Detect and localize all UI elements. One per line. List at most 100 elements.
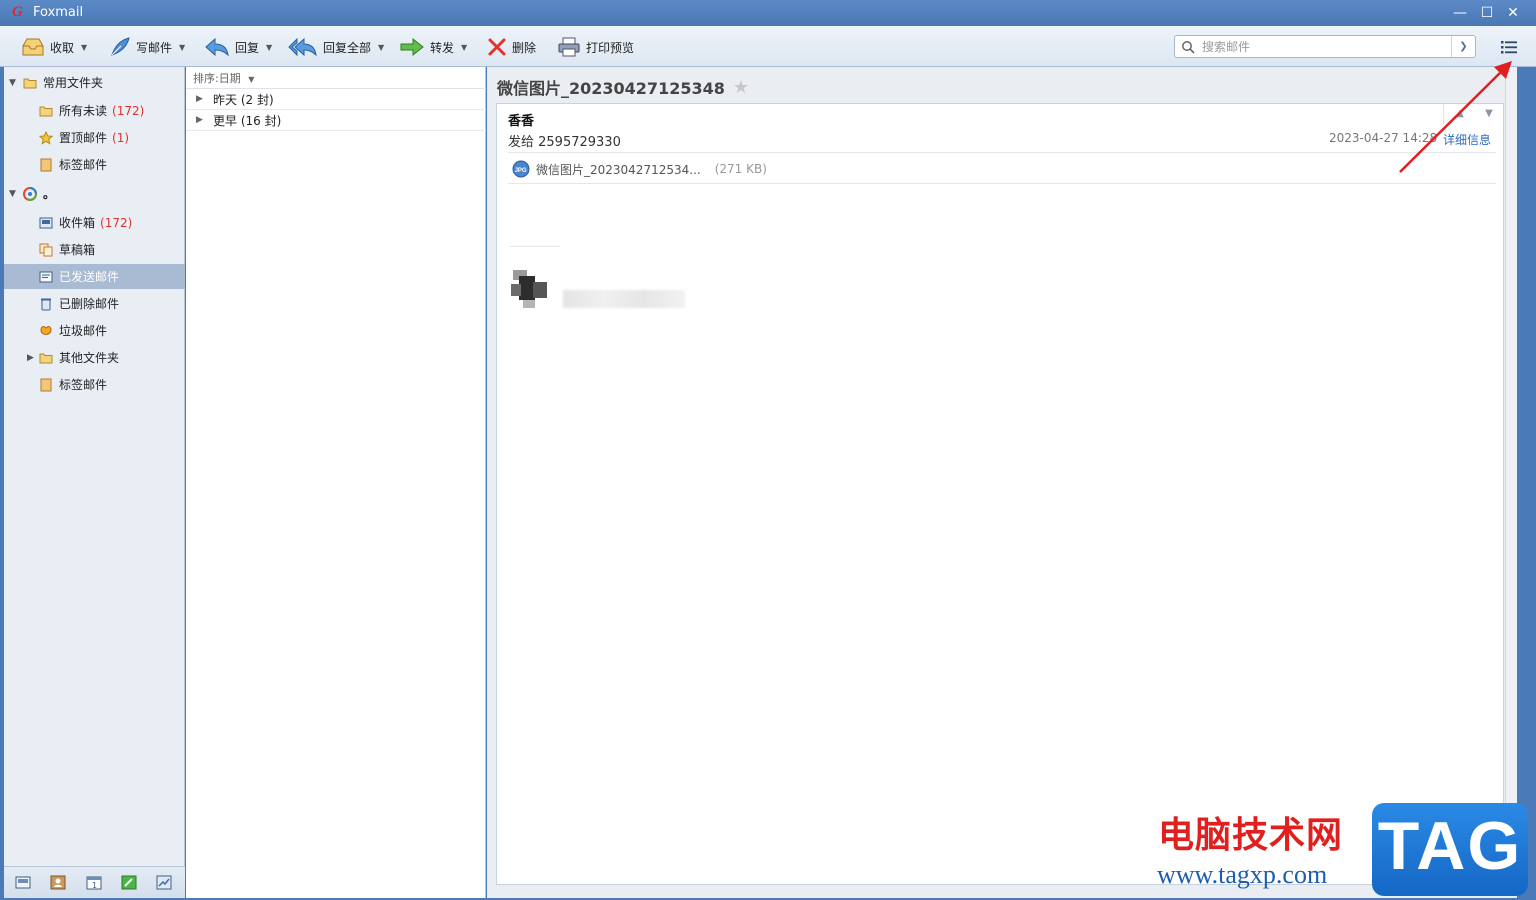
pinned-count: (1) (112, 131, 130, 145)
sidebar-item-label: 草稿箱 (59, 243, 96, 257)
print-preview-label: 打印预览 (586, 40, 635, 55)
compose-button[interactable]: 写邮件 ▼ (109, 34, 185, 60)
reading-pane: 微信图片_20230427125348 ★ ▲ ▼ 香香 发给 25957293… (487, 67, 1517, 898)
star-icon (39, 130, 53, 145)
message-card: ▲ ▼ 香香 发给 2595729330 2023-04-27 14:28 详细… (496, 103, 1504, 885)
close-button[interactable]: ✕ (1502, 3, 1524, 23)
reply-all-label: 回复全部 (323, 40, 372, 55)
expand-arrow-icon[interactable]: ▶ (196, 115, 203, 125)
group-favorites[interactable]: ▼ 常用文件夹 (4, 70, 185, 95)
receive-button[interactable]: 收取 ▼ (21, 34, 87, 60)
forward-arrow-icon (400, 37, 424, 57)
maximize-button[interactable]: ☐ (1476, 3, 1498, 23)
sidebar-item-label: 其他文件夹 (59, 351, 120, 365)
tag-folder-icon (40, 378, 52, 391)
calendar-module-icon[interactable]: 1 (86, 875, 102, 890)
reply-arrow-icon (205, 37, 229, 57)
subject-text: 微信图片_20230427125348 (497, 79, 725, 98)
svg-text:1: 1 (92, 881, 97, 890)
chevron-down-icon: ▼ (248, 75, 255, 84)
expand-arrow-icon[interactable]: ▶ (27, 353, 34, 363)
notes-module-icon[interactable] (121, 875, 137, 890)
account-icon (23, 186, 37, 201)
reply-all-button[interactable]: 回复全部 ▼ (288, 34, 384, 60)
collapse-icon[interactable]: ▲ (1446, 106, 1474, 122)
contacts-module-icon[interactable] (50, 875, 66, 890)
folder-icon (39, 353, 53, 363)
star-icon[interactable]: ★ (733, 77, 749, 98)
expand-arrow-icon[interactable]: ▼ (9, 189, 16, 199)
chevron-down-icon[interactable]: ▼ (266, 43, 272, 52)
sidebar-item-inbox[interactable]: 收件箱 (172) (4, 210, 185, 235)
feeds-module-icon[interactable] (156, 875, 172, 890)
expand-arrow-icon[interactable]: ▼ (9, 78, 16, 88)
sidebar-item-label: 标签邮件 (59, 378, 108, 392)
chevron-down-icon[interactable]: ▼ (179, 43, 185, 52)
sent-icon (39, 271, 53, 282)
message-date: 2023-04-27 14:28 (1329, 131, 1438, 145)
recipient-line: 发给 2595729330 (508, 135, 621, 150)
reply-label: 回复 (235, 40, 260, 55)
list-group-earlier[interactable]: ▶ 更早 (16 封) (186, 110, 486, 131)
sidebar-item-label: 所有未读 (59, 104, 108, 118)
chevron-down-icon[interactable]: ▼ (81, 43, 87, 52)
group-label: 。 (43, 187, 56, 201)
image-file-icon: JPG (512, 160, 530, 178)
sidebar-item-label: 已删除邮件 (59, 297, 120, 311)
group-label: 昨天 (2 封) (213, 92, 274, 107)
attachment-item[interactable]: JPG 微信图片_2023042712534... (271 KB) (512, 160, 767, 178)
delete-button[interactable]: 删除 (487, 34, 536, 60)
group-account[interactable]: ▼ 。 (4, 181, 185, 206)
chevron-down-icon[interactable]: ▼ (461, 43, 467, 52)
sidebar-item-pinned[interactable]: 置顶邮件 (1) (4, 125, 185, 150)
list-menu-icon[interactable] (1499, 38, 1519, 56)
minimize-button[interactable]: — (1449, 3, 1471, 23)
reply-button[interactable]: 回复 ▼ (204, 34, 272, 60)
list-group-yesterday[interactable]: ▶ 昨天 (2 封) (186, 89, 486, 110)
search-input[interactable] (1202, 38, 1447, 55)
receive-label: 收取 (50, 40, 75, 55)
search-options-chevron-icon[interactable]: ❯ (1451, 36, 1475, 57)
sidebar-item-label: 已发送邮件 (59, 270, 120, 284)
sidebar-item-label: 垃圾邮件 (59, 324, 108, 338)
signature-divider (510, 246, 560, 247)
expand-arrow-icon[interactable]: ▶ (196, 94, 203, 104)
unread-count: (172) (112, 104, 145, 118)
tag-folder-icon (40, 158, 52, 171)
watermark-title: 电脑技术网 (1158, 815, 1344, 856)
message-subject: 微信图片_20230427125348 ★ (497, 75, 749, 99)
sort-dropdown[interactable]: 排序:日期 ▼ (186, 67, 486, 89)
sidebar-item-label: 标签邮件 (59, 158, 108, 172)
attachment-name: 微信图片_2023042712534... (536, 162, 701, 177)
watermark-tag-text: TAG (1377, 808, 1523, 884)
details-link[interactable]: 详细信息 (1443, 131, 1491, 148)
trash-icon (41, 298, 51, 310)
sidebar-item-drafts[interactable]: 草稿箱 (4, 237, 185, 262)
header-tools: ▲ ▼ (1443, 104, 1504, 124)
inbox-icon (39, 217, 53, 228)
more-options-chevron-icon[interactable]: ▼ (1475, 106, 1503, 122)
mail-module-icon[interactable] (15, 875, 31, 890)
print-preview-button[interactable]: 打印预览 (557, 34, 634, 60)
sidebar-item-sent[interactable]: 已发送邮件 (4, 264, 185, 289)
vertical-scrollbar[interactable] (1505, 67, 1517, 885)
sidebar-item-deleted[interactable]: 已删除邮件 (4, 291, 185, 316)
sidebar-item-all-unread[interactable]: 所有未读 (172) (4, 98, 185, 123)
sidebar-item-tagged-2[interactable]: 标签邮件 (4, 372, 185, 397)
chevron-down-icon[interactable]: ▼ (378, 43, 384, 52)
forward-button[interactable]: 转发 ▼ (399, 34, 467, 60)
svg-text:JPG: JPG (515, 168, 527, 174)
search-icon (1182, 41, 1195, 54)
folder-icon (23, 78, 37, 88)
inbox-count: (172) (100, 216, 133, 230)
sender-name[interactable]: 香香 (508, 110, 534, 129)
blurred-avatar-image (511, 270, 547, 308)
module-switcher: 1 (4, 866, 185, 898)
sidebar-item-label: 置顶邮件 (59, 131, 108, 145)
sidebar-item-tagged[interactable]: 标签邮件 (4, 152, 185, 177)
feather-pen-icon (111, 37, 130, 56)
sidebar-item-junk[interactable]: 垃圾邮件 (4, 318, 185, 343)
blurred-signature-text (563, 290, 685, 308)
sidebar-item-other-folders[interactable]: ▶ 其他文件夹 (4, 345, 185, 370)
watermark-tag-logo: TAG (1372, 803, 1528, 896)
